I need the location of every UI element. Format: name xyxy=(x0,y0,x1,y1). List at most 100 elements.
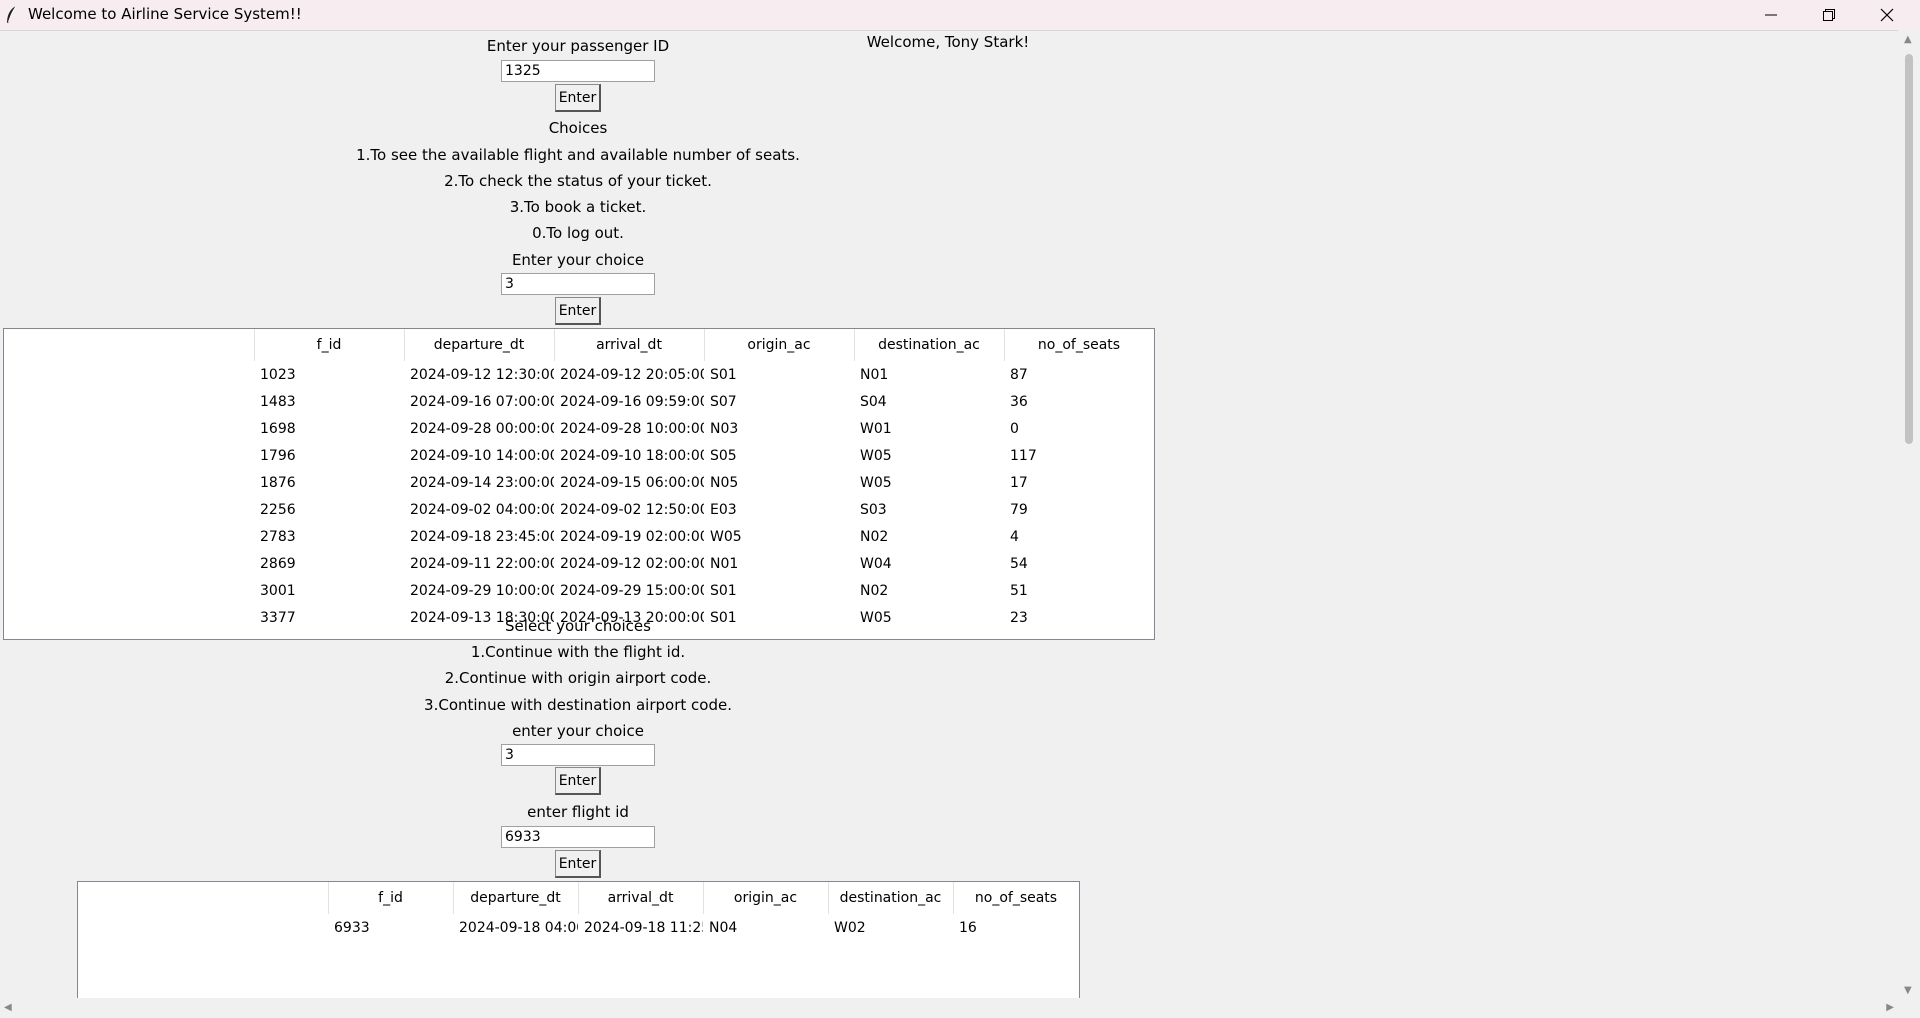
col-arrival_dt[interactable]: arrival_dt xyxy=(578,882,704,914)
cell-arrival_dt: 2024-09-02 12:50:00 xyxy=(560,501,704,518)
cell-no_of_seats: 4 xyxy=(1010,528,1019,545)
cell-origin_ac: N04 xyxy=(709,919,738,936)
cell-origin_ac: S07 xyxy=(710,393,737,410)
cell-origin_ac: S01 xyxy=(710,582,737,599)
tree-column xyxy=(4,329,255,361)
table-row[interactable]: 1876 2024-09-14 23:00:00 2024-09-15 06:00:… xyxy=(4,469,1154,496)
booking-choice-input[interactable]: 3 xyxy=(501,744,655,766)
col-origin_ac[interactable]: origin_ac xyxy=(704,329,855,361)
cell-destination_ac: W05 xyxy=(860,474,892,491)
result-table[interactable]: f_id departure_dt arrival_dt origin_ac d… xyxy=(77,881,1080,998)
cell-destination_ac: N01 xyxy=(860,366,889,383)
cell-destination_ac: W05 xyxy=(860,447,892,464)
table-row[interactable]: 2783 2024-09-18 23:45:00 2024-09-19 02:00:… xyxy=(4,523,1154,550)
cell-departure_dt: 2024-09-29 10:00:00 xyxy=(410,582,554,599)
cell-origin_ac: W05 xyxy=(710,528,742,545)
flights-table[interactable]: f_id departure_dt arrival_dt origin_ac d… xyxy=(3,328,1155,640)
tree-cell xyxy=(4,442,254,469)
cell-destination_ac: W05 xyxy=(860,609,892,626)
menu-option-3: 3.To book a ticket. xyxy=(509,198,647,216)
cell-f_id: 6933 xyxy=(334,919,370,936)
booking-option-2: 2.Continue with origin airport code. xyxy=(444,669,712,687)
passenger-id-input[interactable]: 1325 xyxy=(501,60,655,82)
cell-f_id: 3001 xyxy=(260,582,296,599)
vertical-scrollbar[interactable]: ▲ ▼ xyxy=(1898,30,1920,998)
col-destination_ac[interactable]: destination_ac xyxy=(828,882,954,914)
col-no_of_seats[interactable]: no_of_seats xyxy=(953,882,1079,914)
table-row[interactable]: 1483 2024-09-16 07:00:00 2024-09-16 09:59:… xyxy=(4,388,1154,415)
welcome-label: Welcome, Tony Stark! xyxy=(862,32,1034,52)
cell-arrival_dt: 2024-09-10 18:00:00 xyxy=(560,447,704,464)
scroll-left-icon[interactable]: ◀ xyxy=(4,1002,12,1013)
cell-arrival_dt: 2024-09-15 06:00:00 xyxy=(560,474,704,491)
cell-destination_ac: W04 xyxy=(860,555,892,572)
scroll-corner xyxy=(1898,998,1920,1018)
choice-enter-button[interactable]: Enter xyxy=(555,297,601,325)
passenger-id-prompt: Enter your passenger ID xyxy=(486,37,670,55)
cell-departure_dt: 2024-09-11 22:00:00 xyxy=(410,555,554,572)
cell-no_of_seats: 16 xyxy=(959,919,977,936)
close-button[interactable] xyxy=(1858,0,1916,30)
booking-option-1: 1.Continue with the flight id. xyxy=(470,643,686,661)
tree-cell xyxy=(4,388,254,415)
scroll-right-icon[interactable]: ▶ xyxy=(1886,1002,1894,1013)
tree-cell xyxy=(4,496,254,523)
cell-no_of_seats: 36 xyxy=(1010,393,1028,410)
cell-destination_ac: N02 xyxy=(860,528,889,545)
table-row[interactable]: 1023 2024-09-12 12:30:00 2024-09-12 20:05:… xyxy=(4,361,1154,388)
menu-option-1: 1.To see the available flight and availa… xyxy=(356,146,800,164)
vertical-scroll-thumb[interactable] xyxy=(1905,54,1913,444)
cell-f_id: 1483 xyxy=(260,393,296,410)
horizontal-scrollbar[interactable]: ◀ ▶ xyxy=(0,998,1898,1018)
table-row[interactable]: 6933 2024-09-18 04:00: 2024-09-18 11:25: N0… xyxy=(78,914,1079,941)
col-arrival_dt[interactable]: arrival_dt xyxy=(554,329,705,361)
cell-departure_dt: 2024-09-14 23:00:00 xyxy=(410,474,554,491)
minimize-button[interactable] xyxy=(1742,0,1800,30)
cell-origin_ac: S01 xyxy=(710,366,737,383)
col-origin_ac[interactable]: origin_ac xyxy=(703,882,829,914)
main-content: Welcome, Tony Stark! Enter your passenge… xyxy=(0,30,1898,998)
flight-id-enter-button[interactable]: Enter xyxy=(555,850,601,878)
flights-table-header: f_id departure_dt arrival_dt origin_ac d… xyxy=(4,329,1154,361)
cell-no_of_seats: 23 xyxy=(1010,609,1028,626)
tree-cell xyxy=(4,361,254,388)
col-f_id[interactable]: f_id xyxy=(328,882,454,914)
col-f_id[interactable]: f_id xyxy=(254,329,405,361)
booking-choice-prompt: enter your choice xyxy=(512,722,644,740)
cell-arrival_dt: 2024-09-12 02:00:00 xyxy=(560,555,704,572)
choice-input[interactable]: 3 xyxy=(501,273,655,295)
cell-origin_ac: N03 xyxy=(710,420,739,437)
cell-no_of_seats: 54 xyxy=(1010,555,1028,572)
col-destination_ac[interactable]: destination_ac xyxy=(854,329,1005,361)
cell-f_id: 3377 xyxy=(260,609,296,626)
table-row[interactable]: 3001 2024-09-29 10:00:00 2024-09-29 15:00:… xyxy=(4,577,1154,604)
cell-departure_dt: 2024-09-28 00:00:00 xyxy=(410,420,554,437)
col-departure_dt[interactable]: departure_dt xyxy=(404,329,555,361)
table-row[interactable]: 2869 2024-09-11 22:00:00 2024-09-12 02:00:… xyxy=(4,550,1154,577)
scroll-up-icon[interactable]: ▲ xyxy=(1904,34,1912,45)
booking-choice-enter-button[interactable]: Enter xyxy=(555,767,601,795)
cell-f_id: 1796 xyxy=(260,447,296,464)
cell-f_id: 1023 xyxy=(260,366,296,383)
col-departure_dt[interactable]: departure_dt xyxy=(453,882,579,914)
table-row[interactable]: 1698 2024-09-28 00:00:00 2024-09-28 10:00:… xyxy=(4,415,1154,442)
tree-cell xyxy=(4,523,254,550)
cell-f_id: 2256 xyxy=(260,501,296,518)
cell-no_of_seats: 17 xyxy=(1010,474,1028,491)
cell-f_id: 1876 xyxy=(260,474,296,491)
col-no_of_seats[interactable]: no_of_seats xyxy=(1004,329,1154,361)
cell-departure_dt: 2024-09-02 04:00:00 xyxy=(410,501,554,518)
restore-icon xyxy=(1823,9,1835,21)
passenger-enter-button[interactable]: Enter xyxy=(555,84,601,112)
minimize-icon xyxy=(1765,14,1777,16)
restore-button[interactable] xyxy=(1800,0,1858,30)
close-icon xyxy=(1880,8,1894,22)
feather-icon xyxy=(7,5,17,24)
cell-arrival_dt: 2024-09-16 09:59:00 xyxy=(560,393,704,410)
table-row[interactable]: 2256 2024-09-02 04:00:00 2024-09-02 12:50:… xyxy=(4,496,1154,523)
flight-id-input[interactable]: 6933 xyxy=(501,826,655,848)
table-row[interactable]: 1796 2024-09-10 14:00:00 2024-09-10 18:00:… xyxy=(4,442,1154,469)
choices-heading: Choices xyxy=(548,119,608,137)
booking-heading: Select your choices xyxy=(505,617,651,635)
scroll-down-icon[interactable]: ▼ xyxy=(1904,985,1912,996)
